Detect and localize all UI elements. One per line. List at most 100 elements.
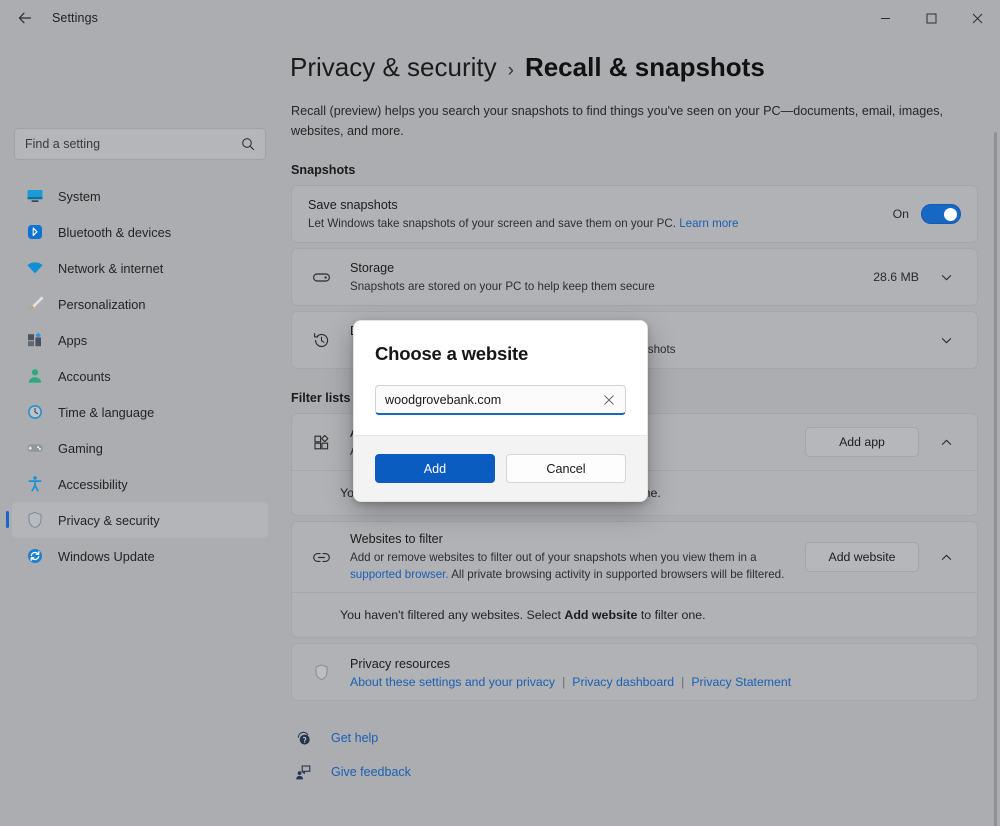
feedback-icon bbox=[291, 764, 315, 781]
gamepad-icon bbox=[24, 437, 46, 459]
clear-icon[interactable] bbox=[599, 390, 619, 410]
chevron-down-icon[interactable] bbox=[931, 325, 961, 355]
section-heading-snapshots: Snapshots bbox=[291, 163, 356, 177]
website-input[interactable] bbox=[385, 392, 599, 407]
sidebar-item-privacy-security[interactable]: Privacy & security bbox=[6, 502, 268, 538]
row-storage: Storage Snapshots are stored on your PC … bbox=[292, 249, 977, 305]
close-icon bbox=[972, 13, 982, 23]
learn-more-link[interactable]: Learn more bbox=[679, 217, 738, 230]
sidebar-item-time-language[interactable]: Time & language bbox=[12, 394, 268, 430]
search-icon bbox=[241, 137, 255, 151]
clock-globe-icon bbox=[24, 401, 46, 423]
about-settings-privacy-link[interactable]: About these settings and your privacy bbox=[350, 675, 555, 689]
sidebar-item-label: Gaming bbox=[58, 440, 103, 456]
link-separator: | bbox=[681, 674, 685, 689]
sidebar-item-windows-update[interactable]: Windows Update bbox=[12, 538, 268, 574]
save-snapshots-toggle[interactable] bbox=[921, 204, 961, 224]
minimize-button[interactable] bbox=[862, 0, 908, 36]
websites-empty-suffix: to filter one. bbox=[637, 608, 706, 622]
sidebar-item-label: System bbox=[58, 188, 101, 204]
apps-to-filter-control: Add app bbox=[805, 427, 961, 457]
sidebar-item-personalization[interactable]: Personalization bbox=[12, 286, 268, 322]
chevron-down-icon[interactable] bbox=[931, 262, 961, 292]
row-privacy-resources: Privacy resources About these settings a… bbox=[292, 644, 977, 700]
card-privacy-resources: Privacy resources About these settings a… bbox=[291, 643, 978, 701]
search-box[interactable] bbox=[14, 128, 266, 160]
websites-to-filter-title: Websites to filter bbox=[350, 532, 443, 546]
give-feedback-label: Give feedback bbox=[331, 765, 411, 779]
paintbrush-icon bbox=[24, 293, 46, 315]
website-input-container[interactable] bbox=[375, 385, 626, 415]
dialog-cancel-button[interactable]: Cancel bbox=[506, 454, 626, 483]
supported-browser-link[interactable]: supported browser. bbox=[350, 568, 449, 581]
maximize-button[interactable] bbox=[908, 0, 954, 36]
give-feedback-link[interactable]: Give feedback bbox=[291, 757, 984, 787]
breadcrumb-parent[interactable]: Privacy & security bbox=[290, 52, 497, 83]
chevron-up-icon[interactable] bbox=[931, 427, 961, 457]
help-icon bbox=[291, 730, 315, 747]
add-website-button[interactable]: Add website bbox=[805, 542, 919, 572]
footer-links: Get help Give feedback bbox=[291, 723, 984, 787]
save-snapshots-text: Save snapshots Let Windows take snapshot… bbox=[308, 188, 893, 241]
close-button[interactable] bbox=[954, 0, 1000, 36]
chevron-up-icon[interactable] bbox=[931, 542, 961, 572]
sidebar-item-label: Network & internet bbox=[58, 260, 164, 276]
account-icon bbox=[24, 365, 46, 387]
sidebar-item-gaming[interactable]: Gaming bbox=[12, 430, 268, 466]
sidebar-item-apps[interactable]: Apps bbox=[12, 322, 268, 358]
sidebar-item-label: Apps bbox=[58, 332, 88, 348]
websites-to-filter-text: Websites to filter Add or remove website… bbox=[350, 522, 805, 592]
sidebar-item-label: Personalization bbox=[58, 296, 146, 312]
history-icon bbox=[308, 331, 334, 350]
sidebar-item-bluetooth-devices[interactable]: Bluetooth & devices bbox=[12, 214, 268, 250]
privacy-statement-link[interactable]: Privacy Statement bbox=[691, 675, 791, 689]
back-button[interactable] bbox=[8, 3, 42, 33]
row-save-snapshots: Save snapshots Let Windows take snapshot… bbox=[292, 186, 977, 242]
sidebar-item-label: Privacy & security bbox=[58, 512, 160, 528]
storage-value: 28.6 MB bbox=[873, 270, 919, 284]
sidebar-item-accounts[interactable]: Accounts bbox=[12, 358, 268, 394]
card-save-snapshots: Save snapshots Let Windows take snapshot… bbox=[291, 185, 978, 243]
storage-control: 28.6 MB bbox=[873, 262, 961, 292]
wifi-icon bbox=[24, 257, 46, 279]
page-description: Recall (preview) helps you search your s… bbox=[291, 104, 944, 138]
shield-icon bbox=[24, 509, 46, 531]
vertical-scrollbar[interactable] bbox=[994, 132, 997, 826]
link-separator: | bbox=[562, 674, 566, 689]
card-websites-empty-state: You haven't filtered any websites. Selec… bbox=[291, 593, 978, 638]
websites-to-filter-subtitle: Add or remove websites to filter out of … bbox=[350, 549, 805, 583]
apps-icon bbox=[24, 329, 46, 351]
toggle-knob bbox=[944, 207, 957, 221]
websites-empty-message: You haven't filtered any websites. Selec… bbox=[292, 593, 977, 637]
search-input[interactable] bbox=[25, 137, 241, 151]
bluetooth-icon bbox=[24, 221, 46, 243]
get-help-link[interactable]: Get help bbox=[291, 723, 984, 753]
privacy-dashboard-link[interactable]: Privacy dashboard bbox=[572, 675, 674, 689]
storage-icon bbox=[308, 268, 334, 287]
add-app-button[interactable]: Add app bbox=[805, 427, 919, 457]
privacy-resources-text: Privacy resources About these settings a… bbox=[350, 647, 961, 698]
save-snapshots-title: Save snapshots bbox=[308, 197, 398, 212]
save-snapshots-control: On bbox=[893, 204, 961, 224]
save-snapshots-subtitle: Let Windows take snapshots of your scree… bbox=[308, 215, 893, 232]
websites-empty-strong: Add website bbox=[564, 608, 638, 622]
row-websites-to-filter: Websites to filter Add or remove website… bbox=[292, 522, 977, 592]
websites-to-filter-control: Add website bbox=[805, 542, 961, 572]
link-icon bbox=[308, 548, 334, 567]
sidebar-item-network-internet[interactable]: Network & internet bbox=[12, 250, 268, 286]
dialog-body: Choose a website bbox=[354, 321, 647, 435]
sidebar: System Bluetooth & devices Network bbox=[0, 36, 278, 826]
sidebar-item-system[interactable]: System bbox=[12, 178, 268, 214]
privacy-resources-links: About these settings and your privacy | Pr… bbox=[350, 675, 961, 689]
sidebar-item-label: Accounts bbox=[58, 368, 111, 384]
maximize-icon bbox=[926, 13, 936, 23]
window-title: Settings bbox=[52, 11, 98, 25]
storage-subtitle: Snapshots are stored on your PC to help … bbox=[350, 279, 655, 293]
card-storage[interactable]: Storage Snapshots are stored on your PC … bbox=[291, 248, 978, 306]
apps-grid-icon bbox=[308, 433, 334, 452]
search-container bbox=[14, 128, 266, 160]
save-snapshots-subtitle-text: Let Windows take snapshots of your scree… bbox=[308, 216, 680, 230]
sidebar-item-label: Windows Update bbox=[58, 548, 155, 564]
sidebar-item-accessibility[interactable]: Accessibility bbox=[12, 466, 268, 502]
dialog-add-button[interactable]: Add bbox=[375, 454, 495, 483]
